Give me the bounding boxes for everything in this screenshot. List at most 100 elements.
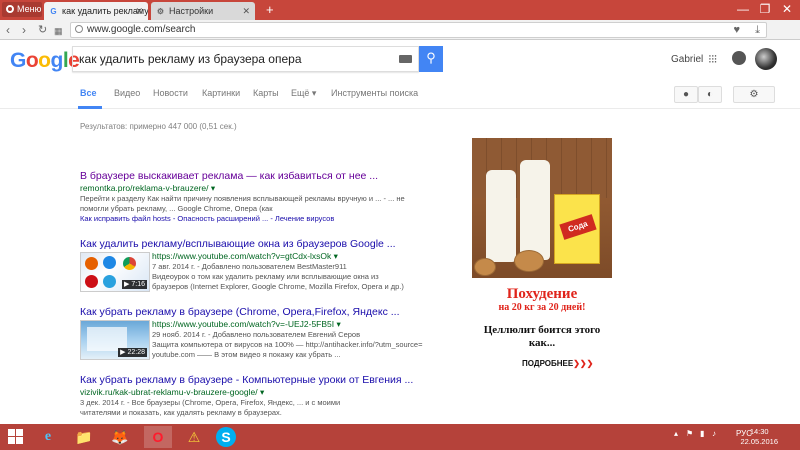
clock[interactable]: 14:30 22.05.2016	[740, 427, 778, 447]
video-duration: ▶ 7:16	[122, 280, 147, 289]
advertisement[interactable]: Сода Похудение на 20 кг за 20 дней! Целл…	[472, 138, 612, 378]
google-favicon-icon: G	[50, 7, 57, 16]
active-tab-indicator	[78, 106, 102, 109]
result-title[interactable]: Как убрать рекламу в браузере (Chrome, O…	[80, 306, 445, 319]
file-explorer-icon[interactable]: 📁	[70, 426, 98, 448]
avatar[interactable]	[755, 48, 777, 70]
tab-images[interactable]: Картинки	[202, 88, 240, 98]
taskbar: e 📁 🦊 O ⚠ S ▴ ⚑ ▮ ♪ РУС 14:30 22.05.2016	[0, 424, 800, 450]
tab-video[interactable]: Видео	[114, 88, 140, 98]
settings-button[interactable]: ⚙	[733, 86, 775, 103]
search-tabs: Все Видео Новости Картинки Карты Ещё ▾ И…	[0, 80, 800, 109]
notifications-icon[interactable]	[732, 51, 746, 65]
video-thumbnail[interactable]: ▶ 7:16	[80, 252, 150, 292]
back-icon[interactable]: ‹	[6, 23, 10, 37]
tab-title: Настройки	[169, 6, 214, 16]
avast-icon[interactable]: ⚠	[180, 426, 208, 448]
video-meta: https://www.youtube.com/watch?v=gtCdx-lx…	[152, 251, 442, 292]
google-header: Google как удалить рекламу из браузера о…	[0, 40, 800, 80]
downloads-icon[interactable]: ⤓	[755, 23, 760, 37]
speed-dial-icon[interactable]: ▦	[54, 24, 63, 38]
bookmark-heart-icon[interactable]: ♥	[733, 23, 740, 37]
search-query: как удалить рекламу из браузера опера	[79, 52, 302, 66]
video-duration: ▶ 22:28	[118, 348, 147, 357]
clock-date: 22.05.2016	[740, 437, 778, 446]
chrome-icon	[123, 257, 136, 270]
tab-news[interactable]: Новости	[153, 88, 188, 98]
address-field[interactable]: www.google.com/search ♥ ⤓	[70, 22, 767, 38]
search-button[interactable]: ⚲	[419, 46, 443, 72]
tray-volume-icon[interactable]: ♪	[712, 429, 716, 438]
tab-all[interactable]: Все	[80, 88, 97, 98]
firefox-icon[interactable]: 🦊	[106, 426, 134, 448]
address-text: www.google.com/search	[87, 24, 196, 35]
result-url[interactable]: remontka.pro/reklama-v-brauzere/ ▾	[80, 183, 445, 194]
close-tab-icon[interactable]: ✕	[242, 2, 250, 20]
tab-strip: Меню G как удалить рекламу из б ✕ ⚙ Наст…	[0, 0, 800, 20]
ad-subheadline: на 20 кг за 20 дней!	[498, 302, 586, 313]
milk-bottle	[520, 160, 550, 260]
result-snippet: Перейти к разделу Как найти причину появ…	[80, 194, 405, 203]
result-sitelinks[interactable]: Как исправить файл hosts - Опасность рас…	[80, 214, 445, 224]
close-tab-icon[interactable]: ✕	[135, 2, 143, 20]
reload-icon[interactable]: ↻	[38, 23, 47, 37]
result-snippet: помогли убрать рекламу, ... Google Chrom…	[80, 204, 273, 213]
personal-results-button[interactable]: ●	[674, 86, 698, 103]
firefox-icon	[85, 257, 98, 270]
result-date: 29 нояб. 2014 г. - Добавлено пользовател…	[152, 330, 361, 339]
search-result-video: Как убрать рекламу в браузере (Chrome, O…	[80, 306, 445, 372]
search-icon: ⚲	[426, 50, 436, 65]
start-button[interactable]	[8, 429, 24, 445]
keyboard-icon[interactable]	[399, 55, 412, 63]
milk-bottle	[486, 170, 516, 262]
soda-label: Сода	[559, 214, 597, 240]
result-title[interactable]: Как убрать рекламу в браузере - Компьюте…	[80, 374, 445, 387]
video-meta: https://www.youtube.com/watch?v=-UEJ2-5F…	[152, 319, 442, 360]
result-url[interactable]: https://www.youtube.com/watch?v=gtCdx-lx…	[152, 251, 442, 262]
result-snippet: читателями и показать, как удалять рекла…	[80, 408, 282, 417]
ad-image: Сода	[472, 138, 612, 278]
tab-google-search[interactable]: G как удалить рекламу из б ✕	[44, 2, 148, 20]
apps-grid-icon[interactable]: ⁝⁝⁝	[708, 53, 718, 65]
result-url[interactable]: https://www.youtube.com/watch?v=-UEJ2-5F…	[152, 319, 442, 330]
opera-logo-icon	[6, 5, 14, 13]
site-info-icon	[75, 25, 83, 33]
result-title[interactable]: В браузере выскакивает реклама — как изб…	[80, 170, 445, 183]
new-tab-button[interactable]: +	[266, 2, 274, 17]
tray-up-arrow-icon[interactable]: ▴	[674, 429, 678, 438]
skype-icon[interactable]: S	[216, 427, 236, 447]
menu-label: Меню	[17, 4, 42, 14]
cookie	[474, 258, 496, 276]
gear-icon: ⚙	[749, 89, 759, 100]
tab-maps[interactable]: Карты	[253, 88, 279, 98]
minimize-button[interactable]: —	[732, 0, 754, 20]
global-results-button[interactable]: ◐	[698, 86, 722, 103]
ie-icon	[103, 275, 116, 288]
user-name[interactable]: Gabriel	[671, 54, 703, 65]
result-snippet: 3 дек. 2014 г. - Все браузеры (Chrome, O…	[80, 398, 341, 407]
result-snippet: Защита компьютера от вирусов на 100% — h…	[152, 340, 423, 349]
tab-more[interactable]: Ещё ▾	[291, 88, 316, 99]
forward-icon[interactable]: ›	[22, 23, 26, 37]
ad-text: Целлюлит боится этого как...	[483, 324, 601, 349]
google-logo[interactable]: Google	[10, 49, 80, 73]
globe-icon: ◐	[706, 89, 714, 100]
maximize-button[interactable]: ❐	[754, 0, 776, 20]
opera-icon[interactable]: O	[144, 426, 172, 448]
arrows-icon: ❯❯❯	[573, 359, 594, 368]
tab-search-tools[interactable]: Инструменты поиска	[331, 88, 418, 98]
tab-settings[interactable]: ⚙ Настройки ✕	[151, 2, 255, 20]
address-toolbar: ‹ › ↻ ▦ www.google.com/search ♥ ⤓	[0, 20, 800, 40]
internet-explorer-icon[interactable]: e	[34, 426, 62, 448]
ad-more-link[interactable]: ПОДРОБНЕЕ❯❯❯	[522, 359, 593, 368]
tray-network-icon[interactable]: ▮	[700, 429, 704, 438]
result-date: 7 авг. 2014 г. - Добавлено пользователем…	[152, 262, 347, 271]
soda-box: Сода	[554, 194, 600, 264]
opera-menu-button[interactable]: Меню	[2, 2, 42, 17]
tray-flag-icon[interactable]: ⚑	[686, 429, 693, 438]
search-input[interactable]: как удалить рекламу из браузера опера	[72, 46, 419, 72]
video-thumbnail[interactable]: ▶ 22:28	[80, 320, 150, 360]
result-title[interactable]: Как удалить рекламу/всплывающие окна из …	[80, 238, 445, 251]
close-window-button[interactable]: ✕	[776, 0, 798, 20]
result-url[interactable]: vizivik.ru/kak-ubrat-reklamu-v-brauzere-…	[80, 387, 445, 398]
